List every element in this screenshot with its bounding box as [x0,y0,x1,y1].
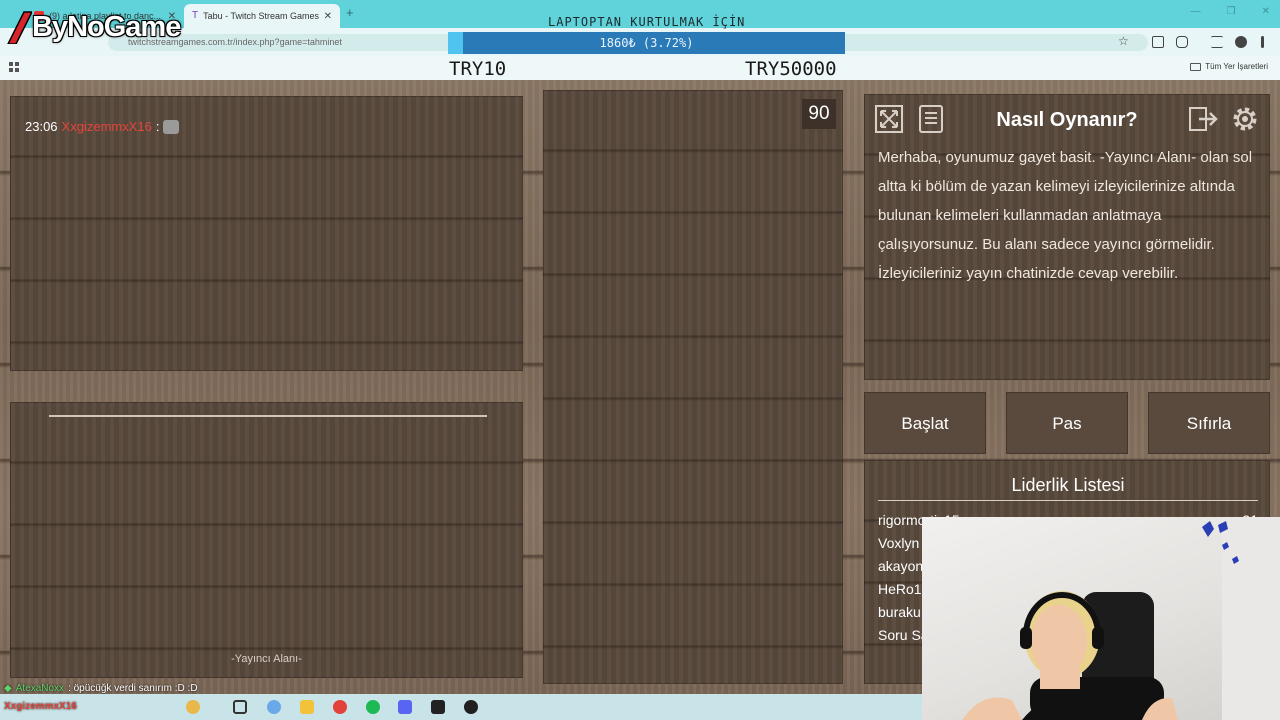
start-button[interactable]: Başlat [864,392,986,454]
how-to-play-text: Merhaba, oyunumuz gayet basit. -Yayıncı … [878,149,1253,282]
photos-icon[interactable] [267,700,281,714]
player-name: buraku [878,604,921,620]
goal-min-label: TRY10 [449,58,507,80]
spotify-icon[interactable] [366,700,380,714]
alert-message: : öpücüğk verdi sanırım :D :D [68,683,198,694]
task-view-icon[interactable] [233,700,247,714]
settings-gear-icon[interactable] [1229,103,1261,135]
cat-emote-icon [163,119,180,134]
apps-grid-icon[interactable] [9,62,19,72]
chat-message: 23:06 XxgizemmxX16: [25,119,180,134]
alert-username: AtexaNoxx [15,683,65,694]
streamer-area-panel: -Yayıncı Alanı- [10,402,523,678]
new-tab-button[interactable]: + [346,5,354,20]
donation-goal-bar: 1860₺ (3.72%) [448,32,845,54]
obs-icon[interactable] [464,700,478,714]
extensions-icon[interactable] [1176,36,1188,48]
taskbar: XxgizemmxX16 [0,694,922,720]
close-tab-icon[interactable]: ✕ [324,11,332,22]
gift-icon: ◆ [4,683,12,694]
streamer-webcam-image [962,517,1280,720]
tab-tabu[interactable]: T Tabu - Twitch Stream Games ✕ [184,4,340,28]
word-divider [49,415,487,417]
goal-max-label: TRY50000 [745,58,837,80]
copilot-icon[interactable] [186,700,200,714]
player-name: Soru Sa [878,627,929,643]
how-to-play-panel: Nasıl Oynanır? Merhaba, oyunumuz gayet b… [864,94,1270,380]
menu-icon[interactable] [1261,36,1264,48]
profile-avatar-icon[interactable] [1235,36,1247,48]
discord-icon[interactable] [398,700,412,714]
minimize-icon[interactable]: — [1191,6,1201,17]
window-controls: — ❐ ✕ [1191,6,1270,17]
logo-text: ByNoGame [32,10,181,43]
chat-separator: : [155,119,160,134]
reading-list-icon[interactable] [1211,36,1223,48]
game-launcher-icon[interactable] [431,700,445,714]
reset-button[interactable]: Sıfırla [1148,392,1270,454]
screen: { "browser": { "tabs": [ {"label": "(9) … [0,0,1280,720]
twitch-icon: T [192,10,199,21]
close-window-icon[interactable]: ✕ [1262,6,1270,17]
webcam-overlay [922,517,1280,720]
maximize-icon[interactable]: ❐ [1227,6,1236,17]
all-bookmarks[interactable]: Tüm Yer İşaretleri [1190,62,1268,71]
logo-slash-icon [7,11,32,44]
donation-goal-text: 1860₺ (3.72%) [599,36,694,50]
bookmark-star-icon[interactable]: ☆ [1118,34,1129,48]
goal-title: LAPTOPTAN KURTULMAK İÇİN [548,15,746,29]
chat-username: XxgizemmxX16 [61,119,152,134]
tab-label: Tabu - Twitch Stream Games [203,11,319,21]
pass-button[interactable]: Pas [1006,392,1128,454]
file-explorer-icon[interactable] [300,700,314,714]
player-name: akayon [878,558,924,574]
all-bookmarks-label: Tüm Yer İşaretleri [1205,62,1268,71]
player-name: Voxlyn [878,535,920,551]
exit-icon[interactable] [1187,103,1219,135]
streamer-area-label: -Yayıncı Alanı- [231,653,302,665]
chat-alert: ◆ AtexaNoxx : öpücüğk verdi sanırım :D :… [4,683,198,694]
answers-panel: 90 [543,90,843,684]
bynogame-logo: ByNoGame [6,10,181,44]
bookmarks-bar: Tüm Yer İşaretleri [0,56,1280,80]
player-name: HeRo1 [878,581,922,597]
chrome-icon[interactable] [333,700,347,714]
chat-panel: 23:06 XxgizemmxX16: [10,96,523,371]
chat-time: 23:06 [25,119,58,134]
screenshot-icon[interactable] [1152,36,1164,48]
leaderboard-title: Liderlik Listesi [878,475,1258,501]
folder-icon [1190,62,1202,71]
countdown-timer: 90 [802,99,836,129]
taskbar-chat-username: XxgizemmxX16 [4,701,77,712]
